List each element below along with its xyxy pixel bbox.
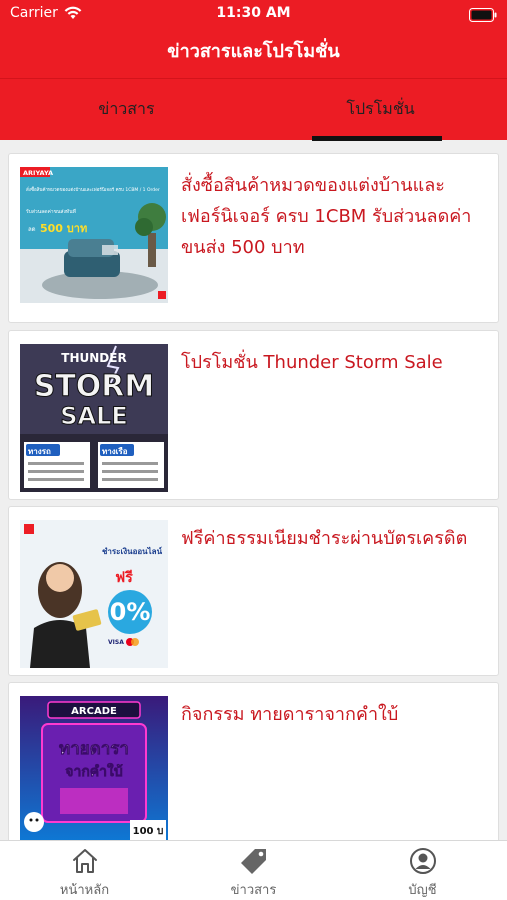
tab-promotions-label: โปรโมชั่น [346,99,415,118]
ad-word-2: STORM [34,369,155,404]
promotion-title: สั่งซื้อสินค้าหมวดของแต่งบ้านและเฟอร์นิเ… [181,175,472,258]
ad-word-3: SALE [60,402,128,430]
ad-caption: สั่งซื้อสินค้าหมวดของแต่งบ้านและเฟอร์นิเ… [26,186,160,193]
bottom-tab-label: หน้าหลัก [59,883,110,898]
status-bar: Carrier 11:30 AM [0,0,507,30]
tab-news-label: ข่าวสาร [98,99,155,118]
tab-news[interactable]: ข่าวสาร [0,79,253,141]
bottom-tab-label: ข่าวสาร [230,883,277,898]
ad-discount: 500 บาท [40,222,87,235]
promotion-title: ฟรีค่าธรรมเนียมชำระผ่านบัตรเครดิต [181,528,468,549]
ad-line-1: ทายดารา [59,739,129,759]
promotion-thumbnail: ARCADE ทายดารา จากคำใบ้ 100 บ [20,696,168,840]
clock: 11:30 AM [216,5,291,21]
ad-caption-2: รับส่วนลดค่าขนส่งทันที [26,208,76,215]
promotion-card[interactable]: ARCADE ทายดารา จากคำใบ้ 100 บ กิจกรรม ทา… [8,682,499,840]
ad-reward: 100 บ [133,826,164,837]
tag-icon [239,846,269,876]
ad-arcade: ARCADE [71,706,117,717]
ad-truck-label: ทางรถ [28,447,51,456]
promotion-thumbnail: THUNDER STORM SALE ทางรถ ทางเรือ [20,344,168,492]
promotion-list[interactable]: ARIYAYA สั่งซื้อสินค้าหมวดของแต่งบ้านและ… [0,140,507,840]
navigation-bar: ข่าวสารและโปรโมชั่น [0,30,507,78]
ad-brand: ARIYAYA [23,169,53,177]
battery-icon [469,7,497,26]
promotion-thumbnail: ARIYAYA สั่งซื้อสินค้าหมวดของแต่งบ้านและ… [20,167,168,315]
promotion-card[interactable]: ชำระเงินออนไลน์ ฟรี 0% VISA ฟรีค่าธรรมเน… [8,506,499,676]
bottom-tab-bar: หน้าหลัก ข่าวสาร บัญชี [0,840,507,900]
ad-word-1: THUNDER [61,351,126,365]
promotion-thumbnail: ชำระเงินออนไลน์ ฟรี 0% VISA [20,520,168,668]
promotion-title: กิจกรรม ทายดาราจากคำใบ้ [181,704,399,725]
ad-discount-prefix: ลด [28,226,36,233]
bottom-tab-account[interactable]: บัญชี [338,841,507,900]
segment-tabs: ข่าวสาร โปรโมชั่น [0,78,507,141]
ad-free: ฟรี [115,570,133,586]
bottom-tab-home[interactable]: หน้าหลัก [0,841,169,900]
bottom-tab-news[interactable]: ข่าวสาร [169,841,338,900]
tab-promotions[interactable]: โปรโมชั่น [254,79,507,141]
ad-ship-label: ทางเรือ [102,446,128,456]
ad-line-1: ชำระเงินออนไลน์ [102,546,163,556]
ad-percent: 0% [110,598,151,626]
bottom-tab-label: บัญชี [408,883,437,898]
promotion-title: โปรโมชั่น Thunder Storm Sale [181,352,443,373]
ad-line-2: จากคำใบ้ [65,762,123,780]
home-icon [70,846,100,876]
promotion-card[interactable]: THUNDER STORM SALE ทางรถ ทางเรือ โปรโมชั… [8,330,499,500]
ad-card-logos: VISA [108,639,124,646]
promotion-card[interactable]: ARIYAYA สั่งซื้อสินค้าหมวดของแต่งบ้านและ… [8,153,499,323]
account-icon [408,846,438,876]
page-title: ข่าวสารและโปรโมชั่น [167,41,340,62]
